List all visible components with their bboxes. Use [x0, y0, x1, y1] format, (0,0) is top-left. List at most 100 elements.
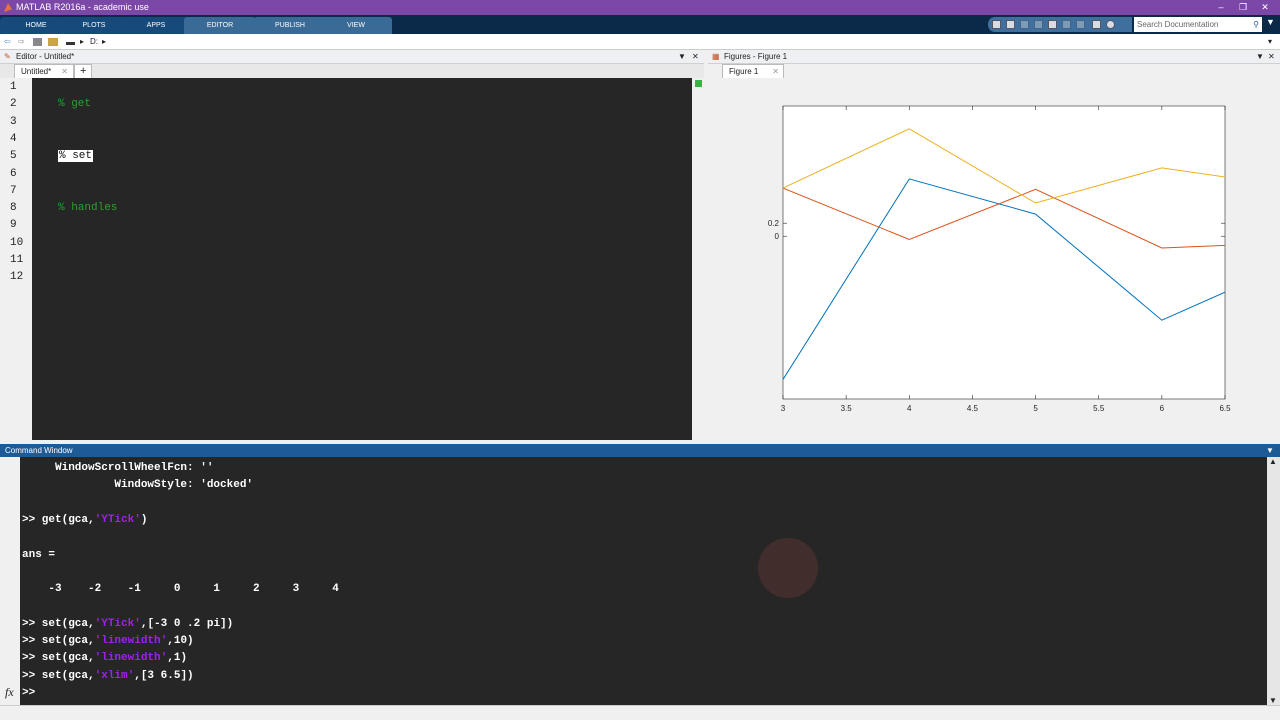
tab-publish[interactable]: PUBLISH [254, 17, 326, 34]
browse-folder-icon[interactable] [48, 38, 58, 46]
editor-panel-title: Editor - Untitled* [16, 52, 75, 61]
console-text: ,10) [167, 635, 194, 647]
line-number: 11 [10, 254, 24, 266]
scroll-up-icon[interactable]: ▲ [1269, 457, 1277, 466]
scroll-down-icon[interactable]: ▼ [1269, 696, 1277, 705]
search-icon[interactable]: ⚲ [1253, 17, 1259, 32]
console-line: >> get(gca,'YTick') [22, 514, 147, 526]
line-number: 12 [10, 271, 24, 284]
undo-icon[interactable] [1062, 20, 1071, 29]
close-button[interactable]: ✕ [1254, 0, 1276, 15]
window-title: MATLAB R2016a - academic use [16, 2, 149, 12]
line-number: 2 [10, 98, 17, 111]
editor-panel-header: ✎ Editor - Untitled* ▼ ✕ [0, 50, 704, 64]
tab-figure-1[interactable]: Figure 1 ✕ [722, 64, 784, 78]
console-line: >> [22, 687, 42, 699]
console-line: >> set(gca,'linewidth',10) [22, 635, 194, 647]
matlab-logo-icon [4, 3, 12, 12]
path-dropdown-icon[interactable]: ▾ [1268, 34, 1272, 50]
console-text: >> set(gca, [22, 635, 95, 647]
help-icon[interactable] [1106, 20, 1115, 29]
console-line: WindowStyle: 'docked' [22, 479, 253, 491]
address-bar[interactable]: ⇦ ⇨ ▸ D: ▸ ▾ [0, 34, 1280, 50]
line-number: 6 [10, 167, 17, 180]
command-window-scrollbar[interactable]: ▲ ▼ [1267, 457, 1280, 705]
code-comment[interactable]: % set [58, 150, 94, 163]
console-text: ) [140, 513, 148, 526]
cut-icon[interactable] [1020, 20, 1029, 29]
console-text: >> set(gca, [22, 617, 95, 630]
path-separator: ▸ [102, 37, 107, 46]
editor-pencil-icon: ✎ [4, 52, 11, 61]
search-placeholder: Search Documentation [1137, 20, 1219, 29]
x-tick-label: 3 [781, 404, 786, 413]
x-tick-label: 6.5 [1219, 404, 1231, 413]
tab-close-icon[interactable]: ✕ [61, 65, 68, 78]
forward-icon[interactable]: ⇨ [18, 34, 25, 50]
tab-view[interactable]: VIEW [320, 17, 392, 34]
current-path[interactable]: D: [90, 34, 98, 50]
console-line: >> set(gca,'linewidth',1) [22, 652, 187, 664]
back-icon[interactable]: ⇦ [4, 34, 11, 50]
figure-icon: ▦ [712, 52, 720, 61]
figures-panel-title: Figures - Figure 1 [724, 52, 788, 61]
function-browser-icon[interactable]: fx [5, 685, 14, 700]
editor-close-icon[interactable]: ✕ [692, 50, 699, 64]
line-number: 5 [10, 150, 17, 163]
line-number: 4 [10, 132, 17, 145]
switch-windows-icon[interactable] [1092, 20, 1101, 29]
code-analyzer-status-icon[interactable] [695, 80, 702, 87]
x-tick-label: 4 [907, 404, 912, 413]
figure-axes[interactable]: 3 3.5 4 4.5 5 5.5 6 6.5 0 0.2 [708, 78, 1280, 440]
console-text: WindowScrollWheelFcn: '' [22, 462, 214, 474]
command-window-title: Command Window [5, 446, 73, 455]
editor-message-bar [694, 78, 704, 440]
tab-untitled[interactable]: Untitled* ✕ [14, 64, 74, 78]
paste-icon[interactable] [1048, 20, 1057, 29]
restore-button[interactable]: ❐ [1232, 0, 1254, 15]
console-text: ,1) [167, 652, 188, 665]
status-bar [0, 705, 1280, 720]
line-number: 10 [10, 236, 24, 249]
x-tick-label: 3.5 [841, 404, 853, 413]
console-text: -3 -2 -1 0 1 2 3 4 [22, 583, 339, 596]
console-text: ans = [22, 548, 56, 561]
line-number: 3 [10, 115, 17, 128]
panel-actions-icon[interactable]: ▼ [678, 50, 686, 64]
copy-icon[interactable] [1034, 20, 1043, 29]
y-tick-label: 0.2 [768, 219, 780, 228]
console-line: WindowScrollWheelFcn: '' [22, 462, 213, 474]
console-text: >> set(gca, [22, 652, 95, 665]
tab-close-icon[interactable]: ✕ [772, 65, 779, 78]
code-comment[interactable]: % get [58, 98, 91, 110]
tab-label: Untitled* [21, 67, 52, 76]
tab-apps[interactable]: APPS [120, 17, 192, 34]
new-icon[interactable] [992, 20, 1001, 29]
x-tick-label: 5 [1033, 404, 1038, 413]
editor-tab-row: Untitled* ✕ + [0, 64, 704, 78]
minimize-button[interactable]: – [1210, 0, 1232, 15]
tab-editor[interactable]: EDITOR [184, 17, 256, 34]
command-window-actions-icon[interactable]: ▼ [1266, 444, 1274, 457]
up-folder-icon[interactable] [33, 38, 42, 46]
code-editor[interactable]: % get % set % handles [32, 78, 692, 440]
figures-close-icon[interactable]: ✕ [1268, 50, 1275, 64]
console-line: >> set(gca,'xlim',[3 6.5]) [22, 670, 194, 682]
command-window-header: Command Window ▼ [0, 444, 1280, 457]
save-icon[interactable] [1006, 20, 1015, 29]
figure-actions-icon[interactable]: ▼ [1256, 50, 1264, 64]
line-number-gutter: 1 2 3 4 5 6 7 8 9 10 11 12 [0, 78, 32, 440]
search-documentation-input[interactable]: Search Documentation ⚲ [1134, 17, 1262, 32]
title-bar: MATLAB R2016a - academic use – ❐ ✕ [0, 0, 1280, 15]
console-line: -3 -2 -1 0 1 2 3 4 [22, 583, 339, 596]
code-comment[interactable]: % handles [58, 202, 117, 214]
ribbon-collapse-icon[interactable]: ▼ [1266, 17, 1275, 27]
command-window-console[interactable]: WindowScrollWheelFcn: '' WindowStyle: 'd… [20, 457, 1267, 705]
console-line: >> set(gca,'YTick',[-3 0 .2 pi]) [22, 618, 233, 630]
string-literal: 'xlim' [94, 669, 135, 682]
console-text: >> set(gca, [22, 669, 95, 682]
redo-icon[interactable] [1076, 20, 1085, 29]
new-tab-button[interactable]: + [74, 64, 92, 78]
figure-tab-row: Figure 1 ✕ [708, 64, 1280, 78]
axes-box [782, 105, 1226, 400]
